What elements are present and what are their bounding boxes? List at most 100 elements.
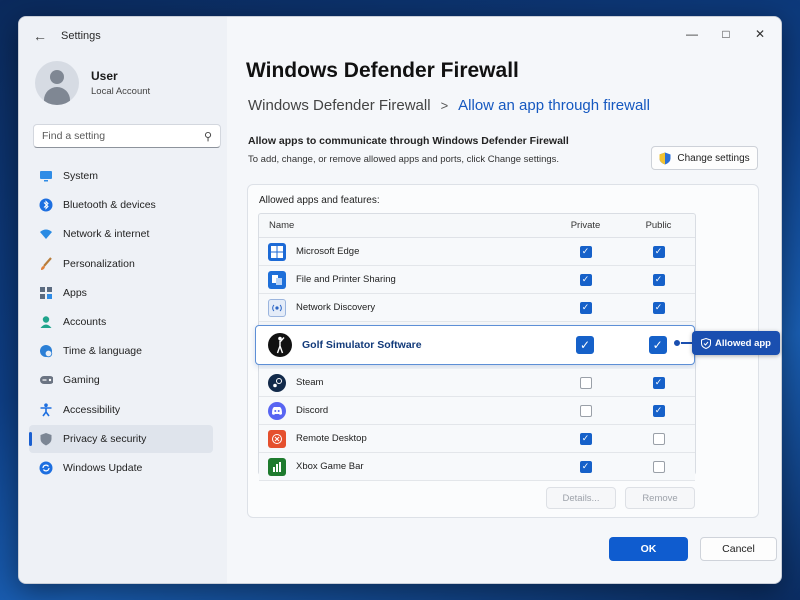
remove-button[interactable]: Remove [625,487,695,509]
xbox-game-bar-icon [268,457,286,476]
private-checkbox[interactable]: ✓ [579,245,592,258]
sidebar-item-windows-update[interactable]: Windows Update [29,454,213,482]
golfer-icon [268,333,292,357]
column-header-name[interactable]: Name [259,220,549,231]
table-row[interactable]: Network Discovery ✓ ✓ [259,294,695,322]
apps-icon [39,286,53,300]
public-checkbox[interactable]: ✓ [652,301,665,314]
bluetooth-icon [39,198,53,212]
sidebar-item-label: Gaming [63,374,100,387]
app-name: Xbox Game Bar [296,461,364,472]
person-icon [39,315,53,329]
private-checkbox[interactable]: ✓ [579,273,592,286]
titlebar: ← Settings [19,17,227,55]
table-rows-after: Steam ✓ Discord ✓ Remote Desktop ✓ Xbox … [259,369,695,481]
table-row[interactable]: Discord ✓ [259,397,695,425]
sidebar-item-label: Accessibility [63,403,121,416]
remote-desktop-icon [268,429,286,448]
section-description: To add, change, or remove allowed apps a… [248,154,560,165]
profile-name: User [91,69,118,83]
cancel-button[interactable]: Cancel [700,537,777,561]
app-title: Settings [61,30,101,42]
brush-icon [39,256,53,271]
sidebar-item-system[interactable]: System [29,162,213,190]
close-icon[interactable]: ✕ [743,23,777,45]
callout-label: Allowed app [715,337,771,349]
settings-window: ← Settings User Local Account Find a set… [18,16,782,584]
search-icon: ⚲ [203,130,212,143]
network-discovery-icon [268,298,286,317]
main-content: — □ ✕ Windows Defender Firewall Windows … [227,17,781,583]
column-header-private[interactable]: Private [549,220,622,231]
private-checkbox[interactable]: ✓ [579,432,592,445]
callout-dot [673,339,681,347]
change-settings-button[interactable]: Change settings [651,146,758,170]
sidebar-item-accessibility[interactable]: Accessibility [29,396,213,424]
breadcrumb-current: Allow an app through firewall [458,97,650,114]
table-header: Name Private Public [259,214,695,238]
private-checkbox[interactable]: ✓ [579,460,592,473]
search-input[interactable]: Find a setting ⚲ [33,124,221,148]
uac-shield-icon [659,152,671,164]
maximize-icon[interactable]: □ [709,23,743,45]
avatar [35,61,79,105]
public-checkbox[interactable] [652,460,665,473]
minimize-icon[interactable]: — [675,23,709,45]
public-checkbox[interactable] [652,432,665,445]
steam-icon [268,373,286,392]
sidebar-item-label: Apps [63,286,87,299]
app-name: Microsoft Edge [296,246,360,257]
monitor-icon [39,169,53,183]
sidebar-item-apps[interactable]: Apps [29,279,213,307]
breadcrumb-parent[interactable]: Windows Defender Firewall [248,97,431,114]
ok-button[interactable]: OK [609,537,688,561]
allowed-apps-table: Name Private Public Microsoft Edge ✓ ✓ F… [255,213,696,481]
sidebar-item-time-language[interactable]: Time & language [29,337,213,365]
discord-icon [268,401,286,420]
table-row[interactable]: Xbox Game Bar ✓ [259,453,695,481]
details-button[interactable]: Details... [546,487,616,509]
sidebar-item-label: Accounts [63,315,107,328]
sidebar-item-bluetooth[interactable]: Bluetooth & devices [29,191,213,219]
panel-label: Allowed apps and features: [259,195,380,206]
profile-subtitle: Local Account [91,86,151,97]
update-icon [39,461,53,475]
table-row[interactable]: Steam ✓ [259,369,695,397]
sidebar-item-label: Windows Update [63,461,143,474]
public-checkbox[interactable]: ✓ [652,273,665,286]
sidebar-item-network[interactable]: Network & internet [29,220,213,248]
sidebar-item-label: Bluetooth & devices [63,199,156,212]
back-arrow-icon[interactable]: ← [33,28,47,44]
app-name: Network Discovery [296,302,376,313]
private-checkbox[interactable] [579,376,592,389]
sidebar-item-label: Time & language [63,345,142,358]
table-row[interactable]: Remote Desktop ✓ [259,425,695,453]
table-row[interactable]: Microsoft Edge ✓ ✓ [259,238,695,266]
sidebar-item-personalization[interactable]: Personalization [29,250,213,278]
app-name: Steam [296,377,324,388]
search-placeholder: Find a setting [42,130,106,142]
sidebar-item-privacy-security[interactable]: Privacy & security [29,424,213,453]
section-heading: Allow apps to communicate through Window… [248,135,569,147]
sidebar-item-accounts[interactable]: Accounts [29,308,213,336]
edge-icon [268,242,286,261]
public-checkbox[interactable]: ✓ [652,245,665,258]
sidebar-item-gaming[interactable]: Gaming [29,366,213,394]
private-checkbox[interactable]: ✓ [579,301,592,314]
public-checkbox[interactable]: ✓ [652,404,665,417]
user-profile[interactable]: User Local Account [35,61,150,105]
private-checkbox[interactable] [579,404,592,417]
column-header-public[interactable]: Public [622,220,695,231]
table-row[interactable]: File and Printer Sharing ✓ ✓ [259,266,695,294]
gamepad-icon [39,373,53,387]
accessibility-icon [39,402,53,417]
window-controls: — □ ✕ [675,23,777,45]
table-row-highlighted[interactable]: Golf Simulator Software ✓ ✓ [255,325,695,365]
public-checkbox[interactable]: ✓ [648,336,667,354]
app-name: Remote Desktop [296,433,367,444]
file-share-icon [268,270,286,289]
public-checkbox[interactable]: ✓ [652,376,665,389]
breadcrumb: Windows Defender Firewall > Allow an app… [248,97,650,114]
private-checkbox[interactable]: ✓ [576,336,595,354]
sidebar-item-label: Personalization [63,257,135,270]
